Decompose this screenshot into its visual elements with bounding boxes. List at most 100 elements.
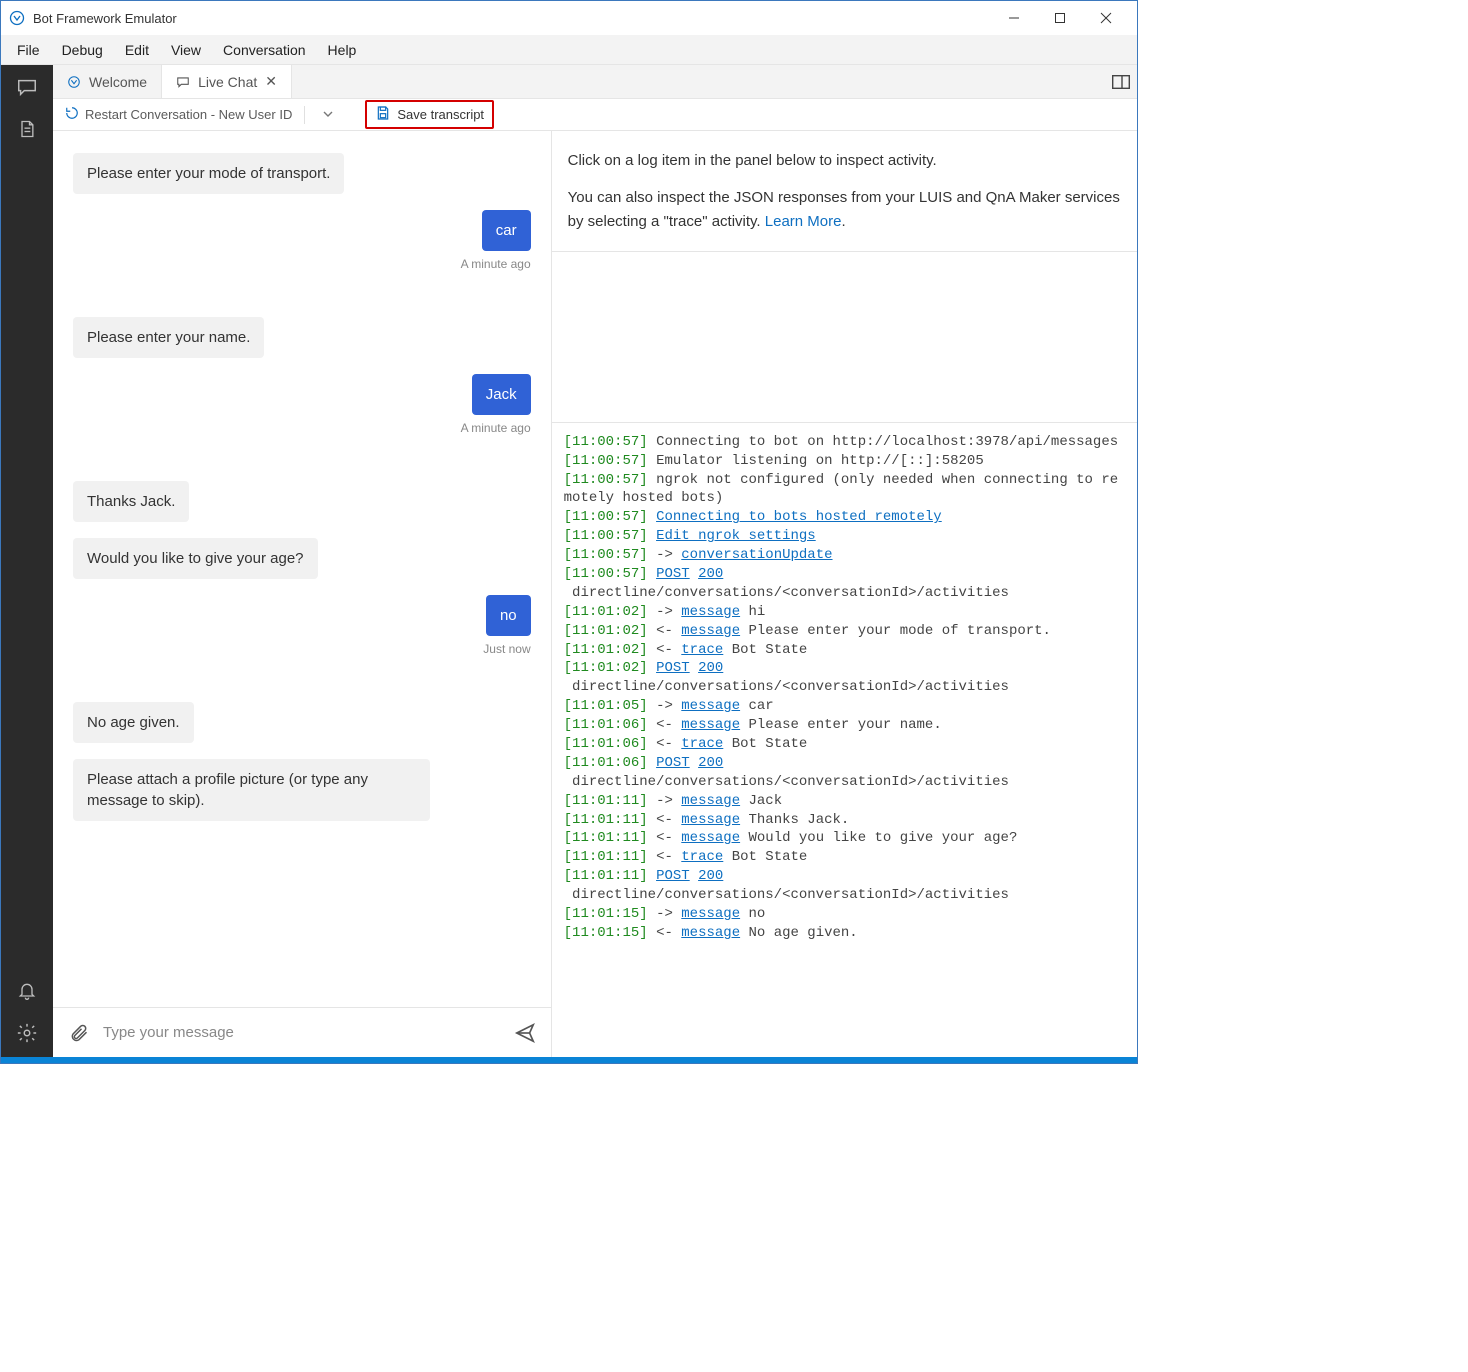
tab-close-icon[interactable]: ✕ — [265, 73, 277, 90]
log-link[interactable]: message — [681, 925, 740, 941]
log-link[interactable]: message — [681, 698, 740, 714]
maximize-button[interactable] — [1037, 3, 1083, 33]
user-message[interactable]: noJust now — [73, 595, 531, 686]
log-timestamp: [11:00:57] — [564, 566, 648, 582]
attach-icon[interactable] — [67, 1021, 91, 1045]
log-link[interactable]: conversationUpdate — [681, 547, 832, 563]
log-text: Bot State — [723, 642, 807, 658]
log-line[interactable]: [11:01:06] POST 200 — [564, 754, 1125, 773]
minimize-button[interactable] — [991, 3, 1037, 33]
chat-bubble-icon[interactable] — [13, 73, 41, 101]
gear-icon[interactable] — [13, 1019, 41, 1047]
log-line[interactable]: [11:01:11] <- message Thanks Jack. — [564, 811, 1125, 830]
log-link[interactable]: message — [681, 793, 740, 809]
user-message[interactable]: JackA minute ago — [73, 374, 531, 465]
inspect-info: Click on a log item in the panel below t… — [552, 131, 1137, 252]
log-link[interactable]: message — [681, 623, 740, 639]
log-text: <- — [656, 736, 681, 752]
log-link[interactable]: message — [681, 604, 740, 620]
inspect-line2: You can also inspect the JSON responses … — [568, 186, 1121, 233]
log-link[interactable]: message — [681, 812, 740, 828]
log-link[interactable]: Edit ngrok settings — [656, 528, 816, 544]
bot-message[interactable]: Would you like to give your age? — [73, 538, 531, 579]
learn-more-link[interactable]: Learn More — [765, 213, 842, 230]
log-line[interactable]: [11:00:57] ngrok not configured (only ne… — [564, 471, 1125, 509]
menu-conversation[interactable]: Conversation — [213, 38, 316, 62]
log-line[interactable]: [11:01:02] -> message hi — [564, 603, 1125, 622]
sidebar — [1, 65, 53, 1057]
log-line[interactable]: [11:00:57] Emulator listening on http://… — [564, 452, 1125, 471]
log-line[interactable]: [11:01:11] -> message Jack — [564, 792, 1125, 811]
bot-message[interactable]: Please enter your mode of transport. — [73, 153, 531, 194]
log-line[interactable]: [11:01:05] -> message car — [564, 697, 1125, 716]
chevron-down-icon[interactable] — [317, 107, 339, 122]
log-link[interactable]: 200 — [698, 660, 723, 676]
log-link[interactable]: Connecting to bots hosted remotely — [656, 509, 942, 525]
log-line[interactable]: [11:01:06] <- trace Bot State — [564, 735, 1125, 754]
log-link[interactable]: POST — [656, 868, 690, 884]
log-link[interactable]: 200 — [698, 868, 723, 884]
bot-message[interactable]: Please enter your name. — [73, 317, 531, 358]
log-line[interactable]: [11:01:06] <- message Please enter your … — [564, 716, 1125, 735]
log-line[interactable]: [11:00:57] -> conversationUpdate — [564, 546, 1125, 565]
save-icon — [375, 105, 391, 124]
menu-view[interactable]: View — [161, 38, 211, 62]
tab-livechat[interactable]: Live Chat ✕ — [162, 65, 292, 98]
log-line[interactable]: [11:00:57] Connecting to bot on http://l… — [564, 433, 1125, 452]
log-timestamp: [11:00:57] — [564, 434, 648, 450]
log-line[interactable]: [11:01:02] <- message Please enter your … — [564, 622, 1125, 641]
log-text: <- — [656, 717, 681, 733]
log-link[interactable]: 200 — [698, 566, 723, 582]
menu-file[interactable]: File — [7, 38, 50, 62]
log-line[interactable]: [11:01:15] -> message no — [564, 905, 1125, 924]
menu-help[interactable]: Help — [318, 38, 367, 62]
log-line[interactable]: [11:01:02] POST 200 — [564, 659, 1125, 678]
tab-welcome[interactable]: Welcome — [53, 65, 162, 98]
user-message[interactable]: carA minute ago — [73, 210, 531, 301]
log-panel[interactable]: [11:00:57] Connecting to bot on http://l… — [552, 422, 1137, 1057]
log-line[interactable]: [11:01:11] <- message Would you like to … — [564, 829, 1125, 848]
log-text: No age given. — [740, 925, 858, 941]
split-layout-icon[interactable] — [1105, 65, 1137, 98]
log-link[interactable]: trace — [681, 642, 723, 658]
log-link[interactable]: message — [681, 830, 740, 846]
log-link[interactable]: POST — [656, 566, 690, 582]
log-line-continuation: directline/conversations/<conversationId… — [564, 886, 1125, 905]
log-link[interactable]: message — [681, 717, 740, 733]
save-transcript-button[interactable]: Save transcript — [365, 100, 494, 129]
close-button[interactable] — [1083, 3, 1129, 33]
log-link[interactable]: trace — [681, 736, 723, 752]
log-link[interactable]: message — [681, 906, 740, 922]
log-line[interactable]: [11:01:11] POST 200 — [564, 867, 1125, 886]
log-line[interactable]: [11:01:11] <- trace Bot State — [564, 848, 1125, 867]
log-line[interactable]: [11:01:15] <- message No age given. — [564, 924, 1125, 943]
log-timestamp: [11:01:05] — [564, 698, 648, 714]
bell-icon[interactable] — [13, 977, 41, 1005]
bot-message[interactable]: Please attach a profile picture (or type… — [73, 759, 531, 821]
message-input[interactable] — [103, 1024, 501, 1041]
log-line[interactable]: [11:01:02] <- trace Bot State — [564, 641, 1125, 660]
tab-livechat-label: Live Chat — [198, 74, 257, 90]
log-timestamp: [11:01:06] — [564, 755, 648, 771]
message-timestamp: A minute ago — [461, 257, 531, 271]
log-text: -> — [656, 906, 681, 922]
log-link[interactable]: POST — [656, 755, 690, 771]
toolbar: Restart Conversation - New User ID Save … — [53, 99, 1137, 131]
log-link[interactable]: POST — [656, 660, 690, 676]
chat-scroll[interactable]: Please enter your mode of transport. carA… — [53, 131, 551, 1007]
message-bubble: Would you like to give your age? — [73, 538, 318, 579]
log-line[interactable]: [11:00:57] POST 200 — [564, 565, 1125, 584]
restart-conversation-button[interactable]: Restart Conversation - New User ID — [65, 106, 292, 123]
menu-edit[interactable]: Edit — [115, 38, 159, 62]
bot-message[interactable]: Thanks Jack. — [73, 481, 531, 522]
log-text: <- — [656, 830, 681, 846]
log-link[interactable]: 200 — [698, 755, 723, 771]
log-link[interactable]: trace — [681, 849, 723, 865]
log-line[interactable]: [11:00:57] Connecting to bots hosted rem… — [564, 508, 1125, 527]
document-icon[interactable] — [13, 115, 41, 143]
send-icon[interactable] — [513, 1021, 537, 1045]
bot-message[interactable]: No age given. — [73, 702, 531, 743]
log-line[interactable]: [11:00:57] Edit ngrok settings — [564, 527, 1125, 546]
menu-debug[interactable]: Debug — [52, 38, 113, 62]
log-text: Please enter your mode of transport. — [740, 623, 1051, 639]
